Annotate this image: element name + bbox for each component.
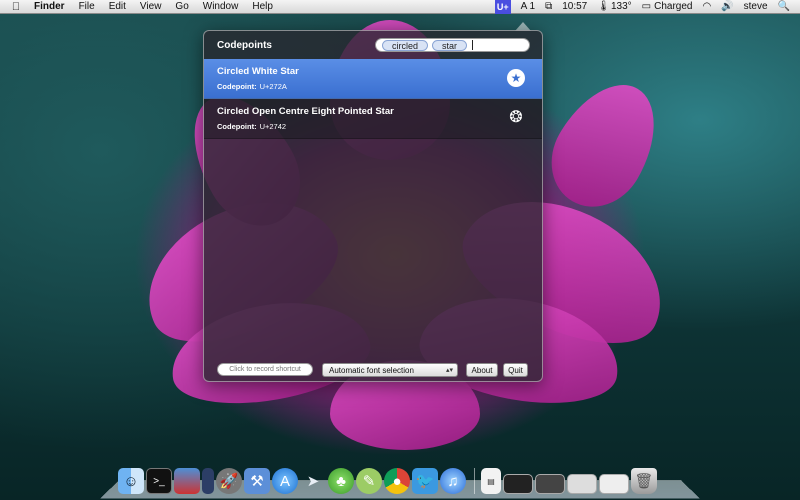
battery-status[interactable]: Charged xyxy=(654,1,692,12)
menu-go[interactable]: Go xyxy=(175,1,188,12)
font-selection-value: Automatic font selection xyxy=(329,366,414,375)
temperature-icon: 🌡 xyxy=(597,1,610,12)
codepoint-value: U+272A xyxy=(259,82,287,91)
wifi-icon[interactable]: ◠ xyxy=(702,1,711,12)
menu-file[interactable]: File xyxy=(79,1,95,12)
menu-edit[interactable]: Edit xyxy=(109,1,126,12)
record-shortcut-field[interactable]: Click to record shortcut xyxy=(217,363,313,376)
temperature[interactable]: 133° xyxy=(611,1,632,12)
finder-icon[interactable]: ☺ xyxy=(118,468,144,494)
app-store-icon[interactable]: A xyxy=(272,468,298,494)
volume-icon[interactable]: 🔊 xyxy=(721,1,733,12)
itunes-icon[interactable]: ♫ xyxy=(440,468,466,494)
battery-icon[interactable]: ▭ xyxy=(642,1,651,12)
about-button[interactable]: About xyxy=(466,363,498,377)
adium-icon[interactable]: ♣ xyxy=(328,468,354,494)
user-name[interactable]: steve xyxy=(744,1,768,12)
menu-window[interactable]: Window xyxy=(203,1,239,12)
menu-app-name[interactable]: Finder xyxy=(34,1,65,12)
result-codepoint: Codepoint: U+272A xyxy=(217,82,287,91)
status-area: U+ A 1 ⧉ 10:57 🌡 133° ▭ Charged ◠ 🔊 stev… xyxy=(494,0,800,14)
result-row[interactable]: Circled Open Centre Eight Pointed Star C… xyxy=(204,99,542,139)
uplus-status-icon[interactable]: U+ xyxy=(494,0,511,14)
panel-title: Codepoints xyxy=(217,40,272,51)
result-codepoint: Codepoint: U+2742 xyxy=(217,122,286,131)
dock-separator xyxy=(474,468,475,494)
codepoint-label: Codepoint: xyxy=(217,122,257,131)
menu-help[interactable]: Help xyxy=(252,1,273,12)
document-icon[interactable]: ▤ xyxy=(481,468,501,494)
xcode-ruler-icon[interactable] xyxy=(202,468,214,494)
updown-arrows-icon: ▴▾ xyxy=(445,367,453,374)
spaces-icon[interactable]: ⧉ xyxy=(545,1,552,12)
apple-icon[interactable]:  xyxy=(10,1,22,13)
result-name: Circled White Star xyxy=(217,66,299,77)
window-1-icon[interactable] xyxy=(503,474,533,494)
result-row[interactable]: Circled White Star Codepoint: U+272A ★ xyxy=(204,59,542,99)
search-input[interactable]: circled star xyxy=(375,38,530,52)
window-3-icon[interactable] xyxy=(567,474,597,494)
text-caret xyxy=(472,40,474,50)
notes-icon[interactable]: ✎ xyxy=(356,468,382,494)
launchpad-icon[interactable]: 🚀 xyxy=(216,468,242,494)
send-icon[interactable]: ➤ xyxy=(300,468,326,494)
menu-bar:  Finder File Edit View Go Window Help U… xyxy=(0,0,800,14)
xcode-icon[interactable]: ⚒ xyxy=(244,468,270,494)
lotus-petal xyxy=(533,66,677,224)
trash-icon[interactable]: 🗑 xyxy=(631,468,657,494)
spotlight-search-icon[interactable]: 🔍 xyxy=(778,1,790,12)
quit-button[interactable]: Quit xyxy=(503,363,528,377)
menu-view[interactable]: View xyxy=(140,1,162,12)
twitter-icon[interactable]: 🐦 xyxy=(412,468,438,494)
search-token[interactable]: circled xyxy=(382,39,429,51)
font-selection-dropdown[interactable]: Automatic font selection ▴▾ xyxy=(322,363,458,377)
results-list: Circled White Star Codepoint: U+272A ★ Ci… xyxy=(204,59,542,139)
window-2-icon[interactable] xyxy=(535,474,565,494)
window-4-icon[interactable] xyxy=(599,474,629,494)
result-name: Circled Open Centre Eight Pointed Star xyxy=(217,106,394,117)
codepoint-value: U+2742 xyxy=(259,122,287,131)
clock[interactable]: 10:57 xyxy=(562,1,587,12)
search-token[interactable]: star xyxy=(432,39,468,51)
remote-desktop-icon[interactable] xyxy=(174,468,200,494)
dock: ☺ >_ 🚀 ⚒ A ➤ ♣ ✎ ● 🐦 ♫ ▤ 🗑 xyxy=(118,462,659,494)
chrome-icon[interactable]: ● xyxy=(384,468,410,494)
codepoints-popover: Codepoints circled star Circled White St… xyxy=(203,30,543,382)
codepoint-label: Codepoint: xyxy=(217,82,257,91)
terminal-icon[interactable]: >_ xyxy=(146,468,172,494)
eight-pointed-star-icon: ❂ xyxy=(509,109,523,126)
input-source-indicator[interactable]: A 1 xyxy=(521,1,535,12)
circled-white-star-icon: ★ xyxy=(507,69,525,87)
